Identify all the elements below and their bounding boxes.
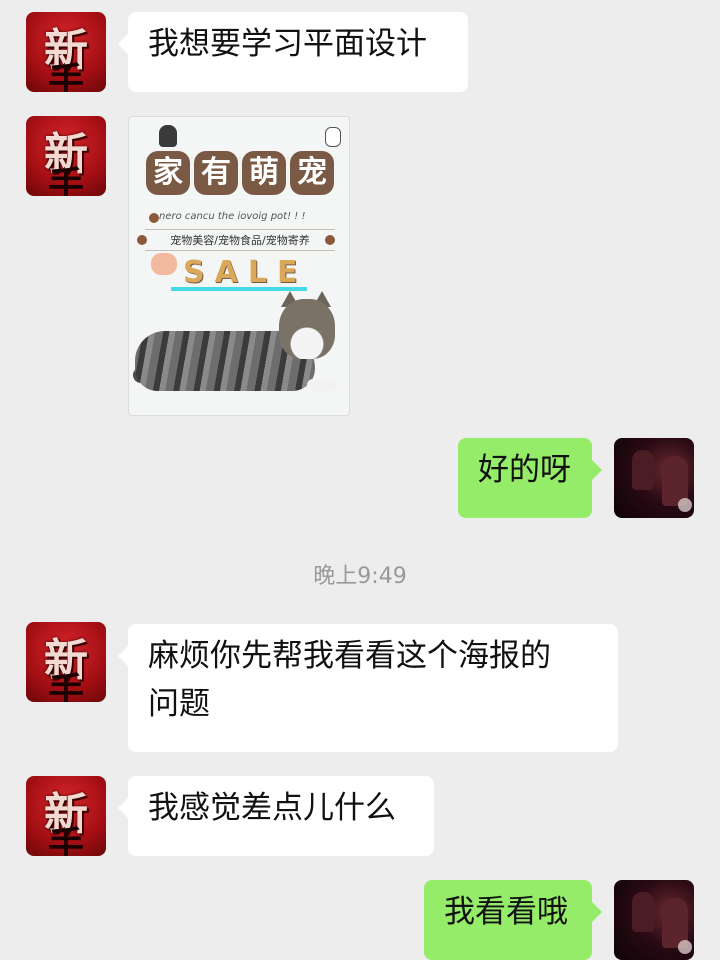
avatar-light bbox=[678, 498, 692, 512]
poster-title-char: 萌 bbox=[242, 151, 286, 195]
paw-icon bbox=[149, 213, 159, 223]
message-text: 我感觉差点儿什么 bbox=[148, 790, 396, 826]
message-text-line: 问题 bbox=[148, 686, 210, 722]
poster-title: 家 有 萌 宠 bbox=[145, 151, 335, 199]
contact-avatar[interactable]: 新 手 bbox=[26, 116, 106, 196]
message-bubble-outgoing[interactable]: 好的呀 bbox=[458, 438, 602, 518]
message-bubble-incoming[interactable]: 麻烦你先帮我看看这个海报的 问题 bbox=[118, 624, 618, 752]
cat-illustration bbox=[159, 125, 177, 147]
message-text: 好的呀 bbox=[478, 452, 571, 488]
user-avatar[interactable] bbox=[614, 438, 694, 518]
message-text: 我想要学习平面设计 bbox=[148, 26, 427, 62]
cat-photo-paw bbox=[307, 379, 337, 391]
message-bubble-incoming[interactable]: 我想要学习平面设计 bbox=[118, 12, 468, 92]
contact-avatar[interactable]: 新 手 bbox=[26, 622, 106, 702]
cat-photo-head bbox=[279, 299, 335, 359]
avatar-figure bbox=[632, 450, 654, 490]
poster-image-message[interactable]: 家 有 萌 宠 nero cancu the iovoig pot! ! ! 宠… bbox=[128, 116, 350, 416]
avatar-glyph: 手 bbox=[47, 164, 84, 196]
contact-avatar[interactable]: 新 手 bbox=[26, 776, 106, 856]
avatar-figure bbox=[632, 892, 654, 932]
poster-title-char: 家 bbox=[146, 151, 190, 195]
poster-sale-text: SALE bbox=[183, 255, 308, 290]
avatar-glyph: 手 bbox=[47, 60, 84, 92]
user-avatar[interactable] bbox=[614, 880, 694, 960]
avatar-glyph: 手 bbox=[47, 670, 84, 702]
message-bubble-outgoing[interactable]: 我看看哦 bbox=[424, 880, 602, 960]
poster-title-char: 有 bbox=[194, 151, 238, 195]
message-text-line: 麻烦你先帮我看看这个海报的 bbox=[148, 638, 551, 674]
message-bubble-incoming[interactable]: 我感觉差点儿什么 bbox=[118, 776, 434, 856]
contact-avatar[interactable]: 新 手 bbox=[26, 12, 106, 92]
poster-subtitle: nero cancu the iovoig pot! ! ! bbox=[159, 211, 306, 222]
cat-illustration bbox=[325, 127, 341, 147]
chat-timestamp: 晚上9:49 bbox=[313, 564, 407, 589]
poster-title-char: 宠 bbox=[290, 151, 334, 195]
message-text: 我看看哦 bbox=[444, 894, 568, 930]
avatar-glyph: 手 bbox=[47, 824, 84, 856]
cat-illustration bbox=[151, 253, 177, 275]
poster-tagline: 宠物美容/宠物食品/宠物寄养 bbox=[145, 229, 335, 251]
